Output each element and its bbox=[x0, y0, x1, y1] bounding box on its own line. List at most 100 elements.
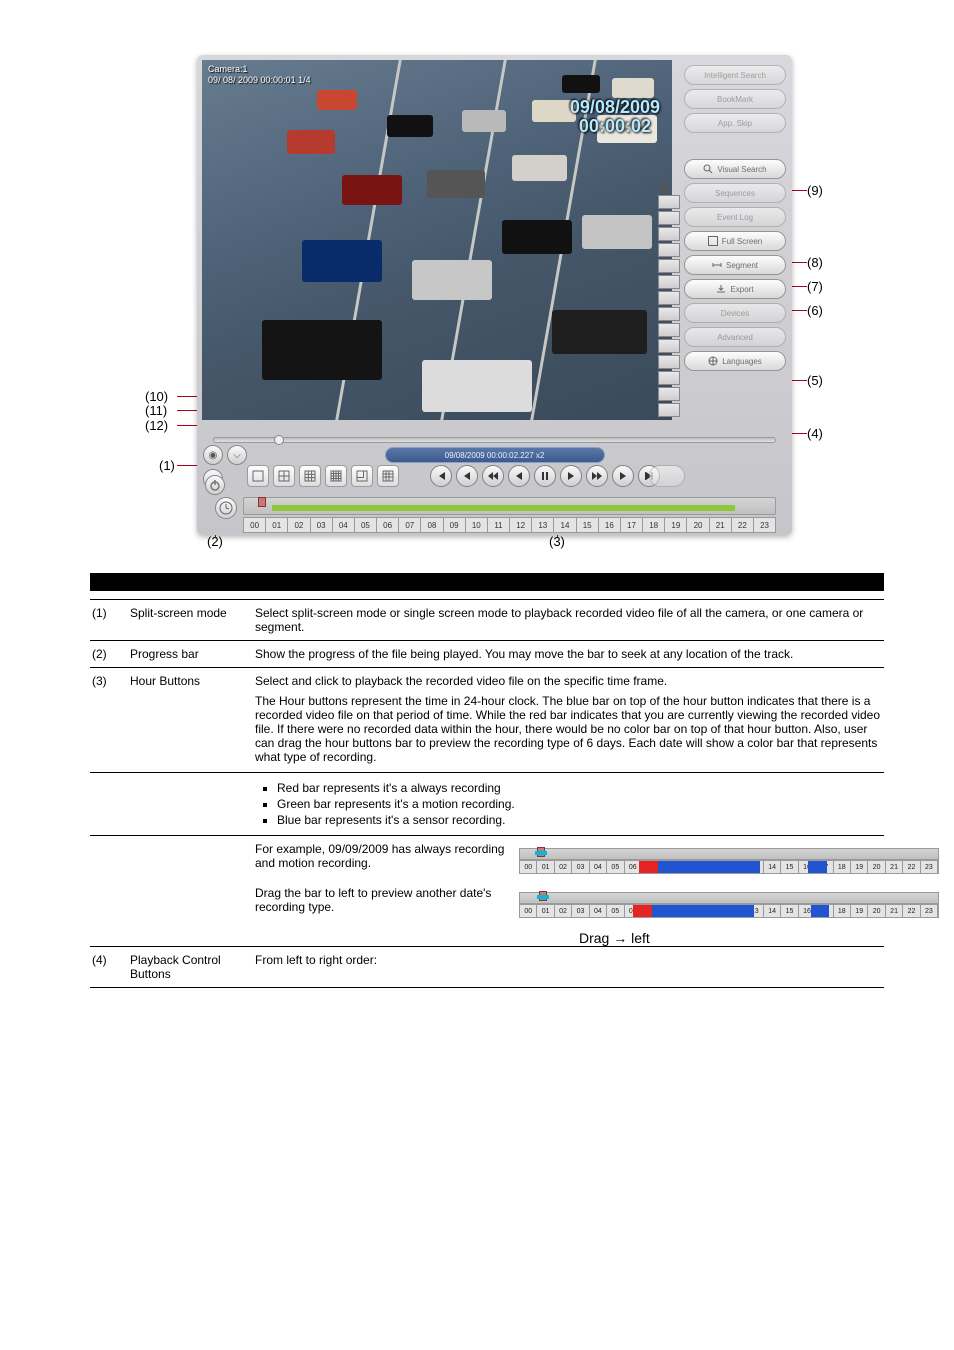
begin-button[interactable] bbox=[430, 465, 452, 487]
hour-button[interactable]: 23 bbox=[921, 861, 938, 873]
camera-cell[interactable] bbox=[658, 243, 680, 257]
hour-button[interactable]: 00 bbox=[520, 861, 537, 873]
audio-icon[interactable] bbox=[658, 180, 674, 194]
hour-button[interactable]: 20 bbox=[868, 861, 885, 873]
camera-cell[interactable] bbox=[658, 211, 680, 225]
languages-button[interactable]: Languages bbox=[684, 351, 786, 371]
export-button[interactable]: Export bbox=[684, 279, 786, 299]
intelligent-search-button[interactable]: Intelligent Search bbox=[684, 65, 786, 85]
hour-button[interactable]: 01 bbox=[537, 905, 554, 917]
hour-button[interactable]: 23 bbox=[754, 518, 775, 532]
hour-button[interactable]: 08 bbox=[421, 518, 443, 532]
hour-button[interactable]: 04 bbox=[590, 905, 607, 917]
hour-button[interactable]: 21 bbox=[710, 518, 732, 532]
camera-cell[interactable] bbox=[658, 275, 680, 289]
hour-button[interactable]: 02 bbox=[555, 905, 572, 917]
camera-cell[interactable] bbox=[658, 195, 680, 209]
hour-button[interactable]: 01 bbox=[537, 861, 554, 873]
hour-button[interactable]: 03 bbox=[572, 861, 589, 873]
hour-button[interactable]: 23 bbox=[921, 905, 938, 917]
hour-bar-preview[interactable] bbox=[243, 497, 776, 515]
hour-button[interactable]: 14 bbox=[764, 861, 781, 873]
hour-button[interactable]: 12 bbox=[510, 518, 532, 532]
hour-button[interactable]: 21 bbox=[886, 905, 903, 917]
hour-button[interactable]: 18 bbox=[834, 861, 851, 873]
archive-button[interactable] bbox=[649, 465, 685, 487]
hour-button[interactable]: 17 bbox=[621, 518, 643, 532]
camera-cell[interactable] bbox=[658, 371, 680, 385]
hour-button[interactable]: 04 bbox=[590, 861, 607, 873]
hour-button[interactable]: 02 bbox=[555, 861, 572, 873]
fast-forward-button[interactable] bbox=[586, 465, 608, 487]
full-screen-button[interactable]: Full Screen bbox=[684, 231, 786, 251]
camera-cell[interactable] bbox=[658, 259, 680, 273]
camera-cell[interactable] bbox=[658, 403, 680, 417]
devices-button[interactable]: Devices bbox=[684, 303, 786, 323]
hour-button[interactable]: 02 bbox=[288, 518, 310, 532]
hour-button[interactable]: 14 bbox=[554, 518, 576, 532]
rewind-button[interactable] bbox=[482, 465, 504, 487]
next-frame-button[interactable] bbox=[612, 465, 634, 487]
prev-frame-button[interactable] bbox=[456, 465, 478, 487]
hour-button[interactable]: 19 bbox=[665, 518, 687, 532]
progress-handle[interactable] bbox=[274, 435, 284, 445]
bookmark-button[interactable]: BookMark bbox=[684, 89, 786, 109]
hour-button[interactable]: 16 bbox=[599, 518, 621, 532]
hour-button[interactable]: 11 bbox=[488, 518, 510, 532]
event-log-button[interactable]: Event Log bbox=[684, 207, 786, 227]
camera-cell[interactable] bbox=[658, 307, 680, 321]
view-1x1-button[interactable] bbox=[247, 465, 269, 487]
hour-button[interactable]: 22 bbox=[903, 861, 920, 873]
view-2x2-button[interactable] bbox=[273, 465, 295, 487]
view-4x4-button[interactable] bbox=[325, 465, 347, 487]
progress-bar[interactable] bbox=[213, 437, 776, 443]
view-13-button[interactable] bbox=[377, 465, 399, 487]
hour-button[interactable]: 03 bbox=[311, 518, 333, 532]
hour-button[interactable]: 14 bbox=[764, 905, 781, 917]
view-8-button[interactable] bbox=[351, 465, 373, 487]
view-3x3-button[interactable] bbox=[299, 465, 321, 487]
camera-cell[interactable] bbox=[658, 355, 680, 369]
segment-button[interactable]: Segment bbox=[684, 255, 786, 275]
hour-button[interactable]: 22 bbox=[732, 518, 754, 532]
hour-button[interactable]: 19 bbox=[851, 905, 868, 917]
mini-preview-bar[interactable] bbox=[519, 848, 939, 860]
hour-button[interactable]: 15 bbox=[577, 518, 599, 532]
sequences-button[interactable]: Sequences bbox=[684, 183, 786, 203]
hour-button[interactable]: 10 bbox=[466, 518, 488, 532]
hour-button[interactable]: 20 bbox=[687, 518, 709, 532]
visual-search-button[interactable]: Visual Search bbox=[684, 159, 786, 179]
hour-button[interactable]: 15 bbox=[781, 861, 798, 873]
hour-button[interactable]: 05 bbox=[607, 905, 624, 917]
hour-button[interactable]: 22 bbox=[903, 905, 920, 917]
hour-button[interactable]: 18 bbox=[834, 905, 851, 917]
play-button[interactable] bbox=[560, 465, 582, 487]
hour-button[interactable]: 03 bbox=[572, 905, 589, 917]
clock-icon[interactable] bbox=[215, 497, 237, 519]
hour-button[interactable]: 21 bbox=[886, 861, 903, 873]
play-reverse-button[interactable] bbox=[508, 465, 530, 487]
hour-button[interactable]: 19 bbox=[851, 861, 868, 873]
hour-button[interactable]: 07 bbox=[399, 518, 421, 532]
hour-button[interactable]: 20 bbox=[868, 905, 885, 917]
app-skip-button[interactable]: App. Skip bbox=[684, 113, 786, 133]
pause-button[interactable] bbox=[534, 465, 556, 487]
advanced-button[interactable]: Advanced bbox=[684, 327, 786, 347]
hour-button[interactable]: 01 bbox=[266, 518, 288, 532]
power-button[interactable] bbox=[205, 475, 225, 495]
hour-button[interactable]: 09 bbox=[444, 518, 466, 532]
hour-button[interactable]: 05 bbox=[607, 861, 624, 873]
camera-cell[interactable] bbox=[658, 339, 680, 353]
hour-button[interactable]: 18 bbox=[643, 518, 665, 532]
camera-cell[interactable] bbox=[658, 227, 680, 241]
camera-cell[interactable] bbox=[658, 387, 680, 401]
hour-button[interactable]: 00 bbox=[244, 518, 266, 532]
hour-button[interactable]: 06 bbox=[377, 518, 399, 532]
hour-button[interactable]: 13 bbox=[532, 518, 554, 532]
hour-button[interactable]: 05 bbox=[355, 518, 377, 532]
hour-button[interactable]: 04 bbox=[333, 518, 355, 532]
mini-preview-bar[interactable] bbox=[519, 892, 939, 904]
hour-button[interactable]: 15 bbox=[781, 905, 798, 917]
camera-cell[interactable] bbox=[658, 323, 680, 337]
camera-cell[interactable] bbox=[658, 291, 680, 305]
